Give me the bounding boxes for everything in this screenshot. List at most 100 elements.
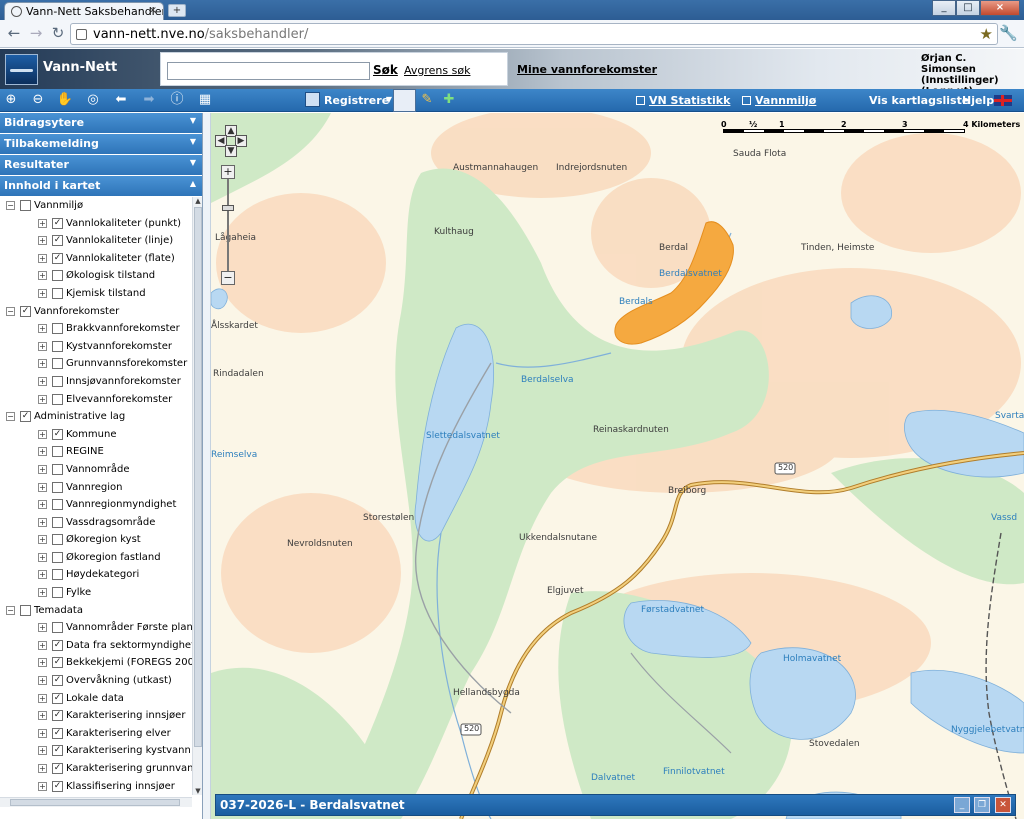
zoom-extent-icon[interactable]: ◎ <box>84 91 102 109</box>
expand-icon[interactable]: + <box>38 764 47 773</box>
maximize-button[interactable]: □ <box>956 0 980 16</box>
my-waterbodies-link[interactable]: Mine vannforekomster <box>517 63 657 76</box>
measure-icon[interactable]: ▦ <box>196 91 214 109</box>
layer-item[interactable]: + Vannområder Første planfa <box>0 619 192 637</box>
layer-checkbox[interactable] <box>52 270 63 282</box>
layer-item[interactable]: + ✓ Karakterisering kystvann <box>0 742 192 760</box>
map-view[interactable]: Sauda Flota Austmannahaugen Indrejordsnuten… <box>211 113 1024 819</box>
layer-checkbox[interactable]: ✓ <box>52 217 63 229</box>
expand-icon[interactable]: + <box>38 588 47 598</box>
close-icon[interactable]: ✕ <box>995 797 1011 813</box>
layer-checkbox[interactable] <box>52 358 63 370</box>
layer-checkbox[interactable]: ✓ <box>20 411 31 423</box>
layer-checkbox[interactable] <box>52 587 63 599</box>
expand-icon[interactable]: + <box>38 658 47 668</box>
layer-item[interactable]: + Økologisk tilstand <box>0 267 192 285</box>
expand-icon[interactable]: + <box>38 728 47 738</box>
expand-icon[interactable]: + <box>38 394 47 404</box>
layer-checkbox[interactable]: ✓ <box>52 428 63 440</box>
layer-item[interactable]: + ✓ Kommune <box>0 426 192 444</box>
address-bar[interactable]: vann-nett.nve.no/saksbehandler/ ★ <box>70 23 998 45</box>
window-close-button[interactable]: × <box>980 0 1020 16</box>
layer-item[interactable]: + ✓ Overvåkning (utkast) <box>0 672 192 690</box>
vannmiljo-link[interactable]: Vannmiljø <box>742 94 816 107</box>
layer-list-link[interactable]: Vis kartlagsliste <box>869 94 969 107</box>
scrollbar-thumb[interactable] <box>10 799 180 806</box>
expand-icon[interactable]: + <box>38 623 47 633</box>
layer-checkbox[interactable]: ✓ <box>52 710 63 722</box>
expand-icon[interactable]: + <box>38 570 47 580</box>
layer-item[interactable]: + Høydekategori <box>0 566 192 584</box>
zoom-plus-button[interactable]: + <box>221 165 235 179</box>
expand-icon[interactable]: + <box>38 500 47 510</box>
layer-checkbox[interactable] <box>52 323 63 335</box>
layer-checkbox[interactable] <box>52 516 63 528</box>
layer-checkbox[interactable] <box>52 446 63 458</box>
layer-item[interactable]: + ✓ Karakterisering grunnvann <box>0 760 192 778</box>
reload-icon[interactable]: ↻ <box>48 25 68 43</box>
zoom-knob[interactable] <box>222 205 234 211</box>
expand-icon[interactable]: + <box>38 218 47 228</box>
expand-icon[interactable]: + <box>38 693 47 703</box>
panel-bidragsytere[interactable]: Bidragsytere ▼ <box>0 113 202 133</box>
layer-item[interactable]: + Vannregion <box>0 479 192 497</box>
layer-checkbox[interactable] <box>52 499 63 511</box>
layer-checkbox[interactable]: ✓ <box>52 639 63 651</box>
settings-link[interactable]: (Innstillinger) <box>921 75 1024 86</box>
back-arrow-icon[interactable]: ⬅ <box>112 91 130 109</box>
vn-statistikk-link[interactable]: VN Statistikk <box>636 94 730 107</box>
expand-icon[interactable]: + <box>38 429 47 439</box>
layer-item[interactable]: + Kystvannforekomster <box>0 338 192 356</box>
expand-icon[interactable]: + <box>38 464 47 474</box>
scroll-up-icon[interactable]: ▲ <box>194 197 202 205</box>
layer-item[interactable]: + Økoregion fastland <box>0 549 192 567</box>
pan-down-icon[interactable]: ▼ <box>225 145 237 157</box>
layer-checkbox[interactable]: ✓ <box>52 780 63 792</box>
layer-checkbox[interactable]: ✓ <box>52 252 63 264</box>
new-tab-button[interactable]: + <box>168 4 186 17</box>
help-link[interactable]: Hjelp <box>962 94 994 107</box>
layer-item[interactable]: + Vannområde <box>0 461 192 479</box>
layer-checkbox[interactable]: ✓ <box>20 305 31 317</box>
layer-item[interactable]: + Økoregion kyst <box>0 531 192 549</box>
layer-item[interactable]: + Brakkvannforekomster <box>0 320 192 338</box>
layer-tree-vertical-scrollbar[interactable]: ▲ ▼ <box>192 197 202 795</box>
layer-checkbox[interactable]: ✓ <box>52 657 63 669</box>
layer-item[interactable]: + ✓ Vannlokaliteter (linje) <box>0 232 192 250</box>
expand-icon[interactable]: + <box>38 781 47 791</box>
layer-checkbox[interactable] <box>52 551 63 563</box>
minimize-icon[interactable]: _ <box>954 797 970 813</box>
layer-group[interactable]: − Temadata <box>0 602 192 620</box>
layer-item[interactable]: + Grunnvannsforekomster <box>0 355 192 373</box>
layer-item[interactable]: + Kjemisk tilstand <box>0 285 192 303</box>
pencil-icon[interactable]: ✎ <box>418 91 436 109</box>
layer-item[interactable]: + Vassdragsområde <box>0 514 192 532</box>
panel-tilbakemelding[interactable]: Tilbakemelding ▼ <box>0 134 202 154</box>
layer-item[interactable]: + Fylke <box>0 584 192 602</box>
expand-icon[interactable]: + <box>38 288 47 298</box>
sidebar-splitter[interactable] <box>203 113 211 819</box>
expand-icon[interactable]: + <box>38 640 47 650</box>
layer-item[interactable]: + Elvevannforekomster <box>0 391 192 409</box>
scroll-down-icon[interactable]: ▼ <box>194 787 202 795</box>
panel-resultater[interactable]: Resultater ▼ <box>0 155 202 175</box>
browser-tab[interactable]: Vann-Nett Saksbehandler × <box>4 2 164 20</box>
refine-search-link[interactable]: Avgrens søk <box>404 64 470 77</box>
layer-item[interactable]: + ✓ Data fra sektormyndighete <box>0 637 192 655</box>
layer-checkbox[interactable] <box>52 463 63 475</box>
layer-checkbox[interactable] <box>52 622 63 634</box>
collapse-icon[interactable]: − <box>6 605 15 615</box>
forward-arrow-icon[interactable]: ➡ <box>140 91 158 109</box>
minimize-button[interactable]: _ <box>932 0 956 16</box>
expand-icon[interactable]: + <box>38 535 47 545</box>
expand-icon[interactable]: + <box>38 324 47 334</box>
collapse-icon[interactable]: − <box>6 201 15 210</box>
layer-group[interactable]: − ✓ Vannforekomster <box>0 303 192 321</box>
draw-line-tool[interactable] <box>393 89 416 112</box>
layer-item[interactable]: + ✓ Karakterisering elver <box>0 725 192 743</box>
add-point-icon[interactable]: ✚ <box>440 91 458 109</box>
restore-icon[interactable]: ❐ <box>974 797 990 813</box>
layer-checkbox[interactable]: ✓ <box>52 692 63 704</box>
layer-item[interactable]: + ✓ Karakterisering innsjøer <box>0 707 192 725</box>
layer-group[interactable]: − Vannmiljø <box>0 197 192 215</box>
